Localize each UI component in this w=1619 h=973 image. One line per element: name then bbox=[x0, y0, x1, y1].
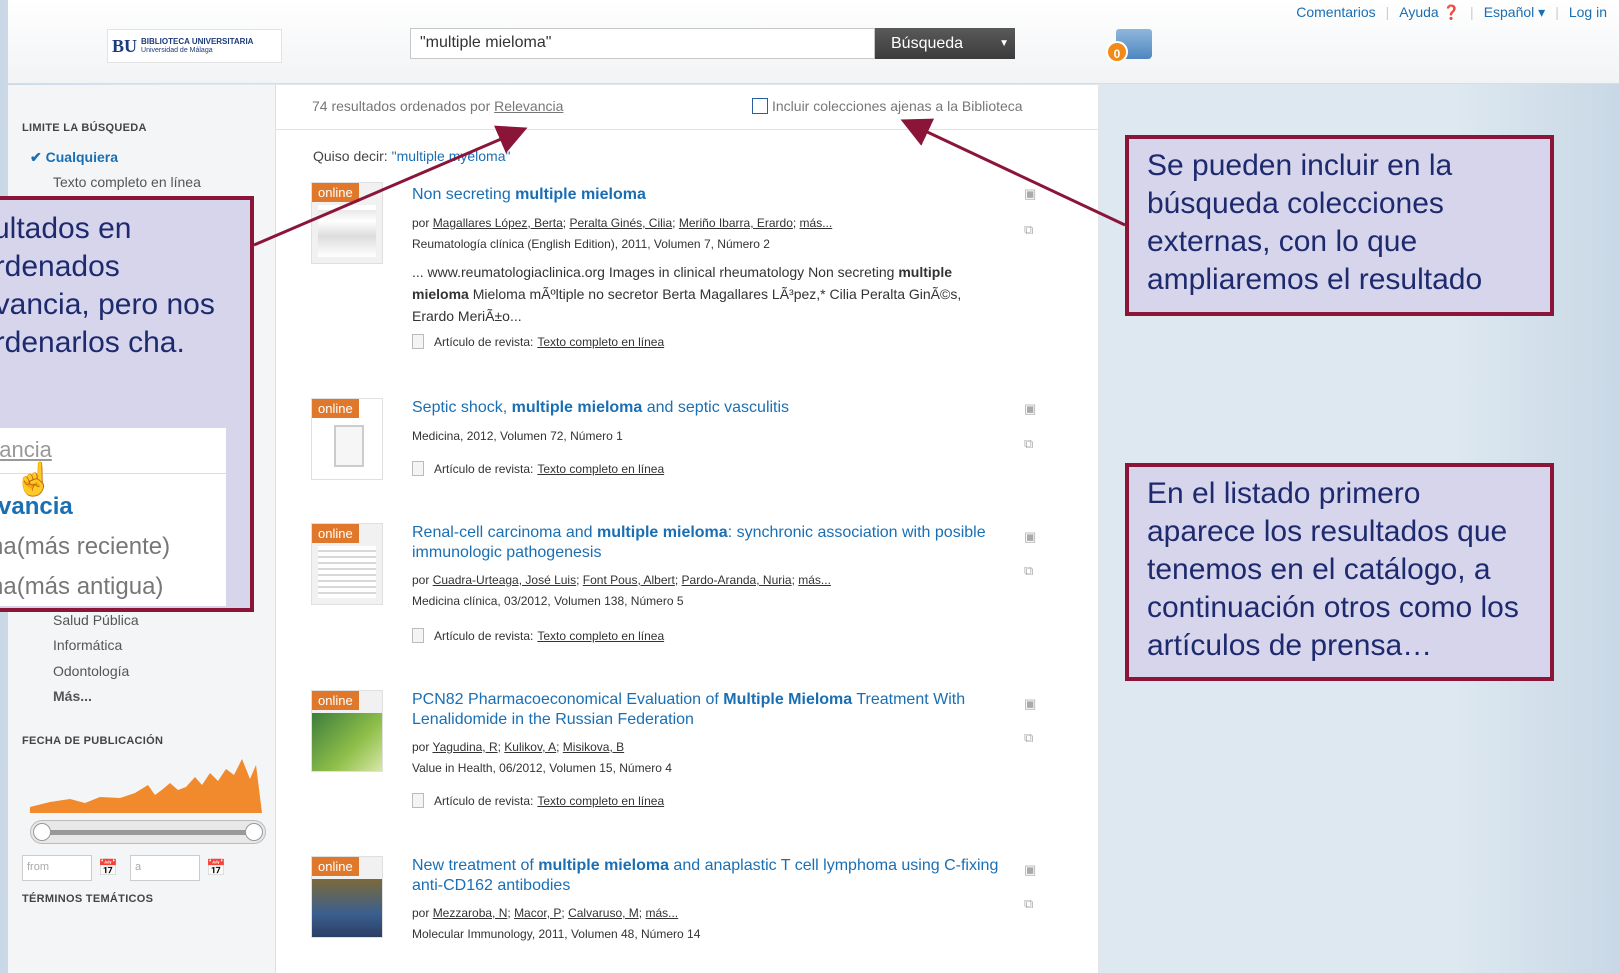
arrow-to-include-checkbox bbox=[900, 118, 1126, 227]
callout-arrows bbox=[253, 118, 1126, 247]
arrow-to-sort-link bbox=[253, 125, 528, 247]
